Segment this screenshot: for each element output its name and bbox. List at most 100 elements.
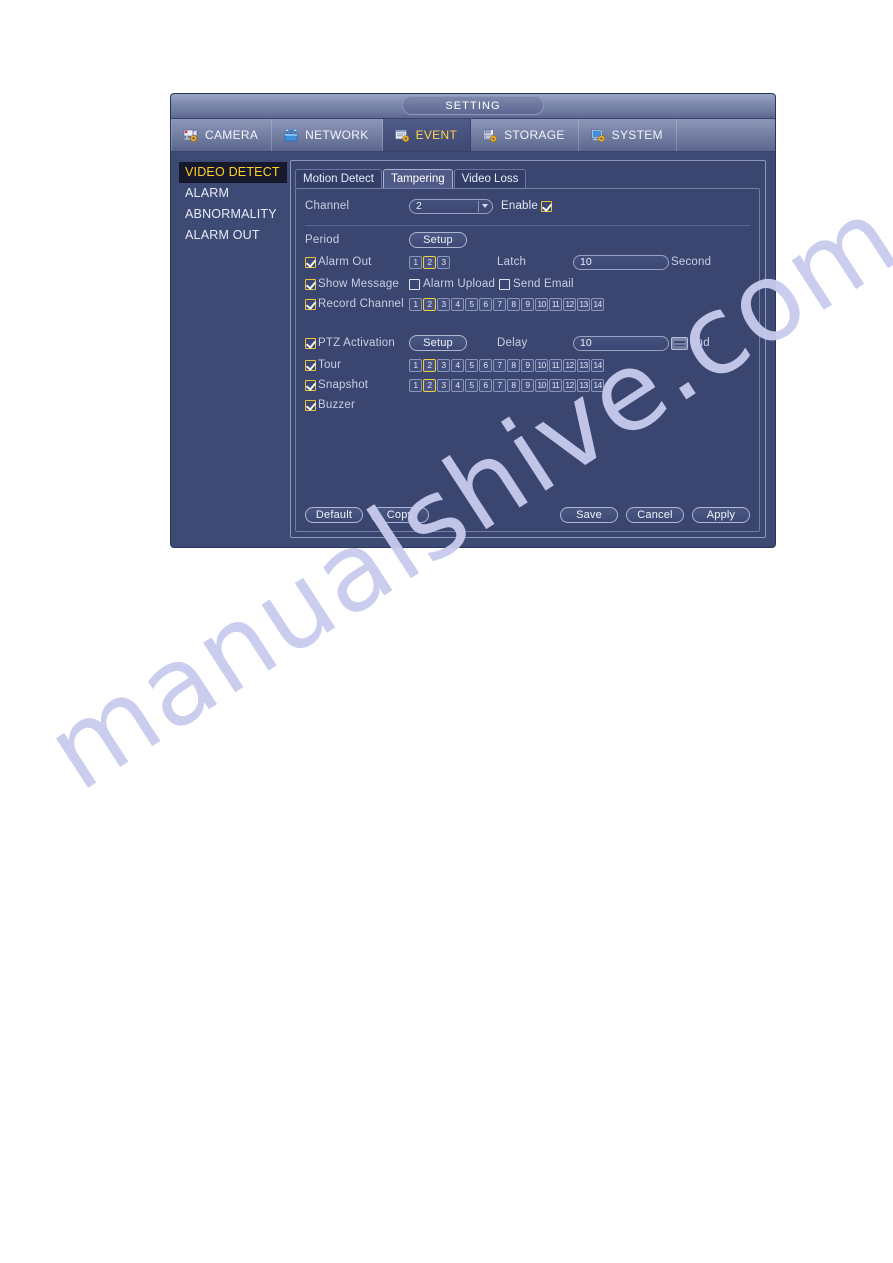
snapshot-chip-5[interactable]: 5 bbox=[465, 378, 478, 392]
alarm-out-chip-1[interactable]: 1 bbox=[409, 255, 422, 269]
subtab-tampering[interactable]: Tampering bbox=[382, 169, 453, 188]
record-channel-chip-11[interactable]: 11 bbox=[549, 297, 562, 311]
tab-system[interactable]: SYSTEM bbox=[579, 119, 677, 151]
snapshot-chip-4[interactable]: 4 bbox=[451, 378, 464, 392]
alarm-out-checkbox[interactable] bbox=[305, 256, 316, 268]
subtab-motion-detect[interactable]: Motion Detect bbox=[295, 169, 382, 188]
save-button-label: Save bbox=[576, 508, 602, 521]
snapshot-chip-7[interactable]: 7 bbox=[493, 378, 506, 392]
tour-chip-4[interactable]: 4 bbox=[451, 358, 464, 372]
snapshot-chip-3[interactable]: 3 bbox=[437, 378, 450, 392]
snapshot-chip-12[interactable]: 12 bbox=[563, 378, 576, 392]
record-channel-chip-13[interactable]: 13 bbox=[577, 297, 590, 311]
record-channel-chip-14[interactable]: 14 bbox=[591, 297, 604, 311]
record-channel-chip-7[interactable]: 7 bbox=[493, 297, 506, 311]
record-channel-chip-12[interactable]: 12 bbox=[563, 297, 576, 311]
tour-chip-1[interactable]: 1 bbox=[409, 358, 422, 372]
tour-chip-5[interactable]: 5 bbox=[465, 358, 478, 372]
main-tabstrip: CAMERA NETWORK EVENT STORAGE SYSTEM bbox=[171, 119, 775, 152]
record-channel-chip-8[interactable]: 8 bbox=[507, 297, 520, 311]
snapshot-chip-1[interactable]: 1 bbox=[409, 378, 422, 392]
default-button-label: Default bbox=[315, 508, 353, 521]
tour-chip-10[interactable]: 10 bbox=[535, 358, 548, 372]
sidebar-item-alarm-out[interactable]: ALARM OUT bbox=[179, 225, 288, 246]
snapshot-chip-10[interactable]: 10 bbox=[535, 378, 548, 392]
window-titlebar: SETTING bbox=[171, 94, 775, 119]
copy-button[interactable]: Copy bbox=[371, 506, 429, 523]
record-channel-chip-2[interactable]: 2 bbox=[423, 297, 436, 311]
buzzer-checkbox[interactable] bbox=[305, 399, 316, 411]
tour-label: Tour bbox=[318, 359, 342, 371]
default-button[interactable]: Default bbox=[305, 506, 363, 523]
alarm-out-chip-3[interactable]: 3 bbox=[437, 255, 450, 269]
record-channel-chip-9[interactable]: 9 bbox=[521, 297, 534, 311]
sidebar-item-alarm[interactable]: ALARM bbox=[179, 183, 288, 204]
tour-chip-7[interactable]: 7 bbox=[493, 358, 506, 372]
channel-label: Channel bbox=[305, 200, 350, 212]
snapshot-chip-8[interactable]: 8 bbox=[507, 378, 520, 392]
ptz-activation-checkbox[interactable] bbox=[305, 337, 316, 349]
subtab-video-loss[interactable]: Video Loss bbox=[453, 169, 527, 188]
record-channel-chips: 1 2 3 4 5 6 7 8 9 10 11 12 13 14 bbox=[409, 297, 604, 311]
sidebar: VIDEO DETECT ALARM ABNORMALITY ALARM OUT bbox=[171, 160, 288, 538]
sidebar-item-abnormality[interactable]: ABNORMALITY bbox=[179, 204, 288, 225]
record-channel-checkbox[interactable] bbox=[305, 298, 316, 310]
snapshot-chip-11[interactable]: 11 bbox=[549, 378, 562, 392]
apply-button[interactable]: Apply bbox=[692, 506, 750, 523]
snapshot-chip-14[interactable]: 14 bbox=[591, 378, 604, 392]
camera-gear-icon bbox=[183, 128, 198, 142]
tour-chip-14[interactable]: 14 bbox=[591, 358, 604, 372]
tour-chip-2[interactable]: 2 bbox=[423, 358, 436, 372]
snapshot-chip-6[interactable]: 6 bbox=[479, 378, 492, 392]
snapshot-checkbox[interactable] bbox=[305, 379, 316, 391]
alarm-upload-label: Alarm Upload bbox=[423, 278, 496, 290]
record-channel-chip-5[interactable]: 5 bbox=[465, 297, 478, 311]
tab-network[interactable]: NETWORK bbox=[272, 119, 383, 151]
snapshot-chip-13[interactable]: 13 bbox=[577, 378, 590, 392]
tab-event[interactable]: EVENT bbox=[382, 119, 472, 151]
spinner-icon[interactable] bbox=[671, 336, 688, 350]
channel-select[interactable]: 2 bbox=[409, 198, 493, 214]
tour-chip-8[interactable]: 8 bbox=[507, 358, 520, 372]
latch-input[interactable]: 10 bbox=[573, 254, 669, 270]
send-email-checkbox[interactable] bbox=[499, 278, 510, 290]
sidebar-item-alarm-label: ALARM bbox=[185, 186, 230, 200]
tour-checkbox[interactable] bbox=[305, 359, 316, 371]
snapshot-chips: 1 2 3 4 5 6 7 8 9 10 11 12 13 14 bbox=[409, 378, 604, 392]
sidebar-item-video-detect[interactable]: VIDEO DETECT bbox=[179, 162, 287, 183]
record-channel-chip-4[interactable]: 4 bbox=[451, 297, 464, 311]
record-channel-chip-1[interactable]: 1 bbox=[409, 297, 422, 311]
alarm-out-chip-2[interactable]: 2 bbox=[423, 255, 436, 269]
alarm-upload-checkbox[interactable] bbox=[409, 278, 420, 290]
snapshot-chip-2[interactable]: 2 bbox=[423, 378, 436, 392]
tour-chip-3[interactable]: 3 bbox=[437, 358, 450, 372]
record-channel-row: Record Channel 1 2 3 4 5 6 7 8 9 10 11 12 13 14 bbox=[305, 297, 749, 311]
system-gear-icon bbox=[590, 129, 605, 142]
record-channel-chip-10[interactable]: 10 bbox=[535, 297, 548, 311]
copy-button-label: Copy bbox=[386, 508, 414, 521]
tour-chip-13[interactable]: 13 bbox=[577, 358, 590, 372]
tour-chip-6[interactable]: 6 bbox=[479, 358, 492, 372]
delay-input[interactable]: 10 bbox=[573, 335, 669, 351]
ptz-setup-button[interactable]: Setup bbox=[409, 335, 467, 351]
cancel-button[interactable]: Cancel bbox=[626, 506, 684, 523]
save-button[interactable]: Save bbox=[560, 506, 618, 523]
tour-chip-11[interactable]: 11 bbox=[549, 358, 562, 372]
snapshot-chip-9[interactable]: 9 bbox=[521, 378, 534, 392]
chevron-down-icon bbox=[482, 204, 488, 208]
channel-select-divider bbox=[478, 200, 479, 212]
content-card: Motion Detect Tampering Video Loss Chann… bbox=[290, 160, 766, 538]
show-message-checkbox[interactable] bbox=[305, 278, 316, 290]
period-setup-button[interactable]: Setup bbox=[409, 232, 467, 248]
show-message-label: Show Message bbox=[318, 278, 400, 290]
tour-chip-12[interactable]: 12 bbox=[563, 358, 576, 372]
period-setup-label: Setup bbox=[423, 234, 453, 246]
record-channel-chip-6[interactable]: 6 bbox=[479, 297, 492, 311]
tab-storage[interactable]: STORAGE bbox=[471, 119, 579, 151]
record-channel-chip-3[interactable]: 3 bbox=[437, 297, 450, 311]
tour-chip-9[interactable]: 9 bbox=[521, 358, 534, 372]
ptz-setup-label: Setup bbox=[423, 337, 453, 349]
enable-checkbox[interactable] bbox=[541, 200, 552, 212]
tab-camera[interactable]: CAMERA bbox=[171, 119, 273, 151]
tour-row: Tour 1 2 3 4 5 6 7 8 9 10 11 12 13 14 bbox=[305, 358, 749, 372]
